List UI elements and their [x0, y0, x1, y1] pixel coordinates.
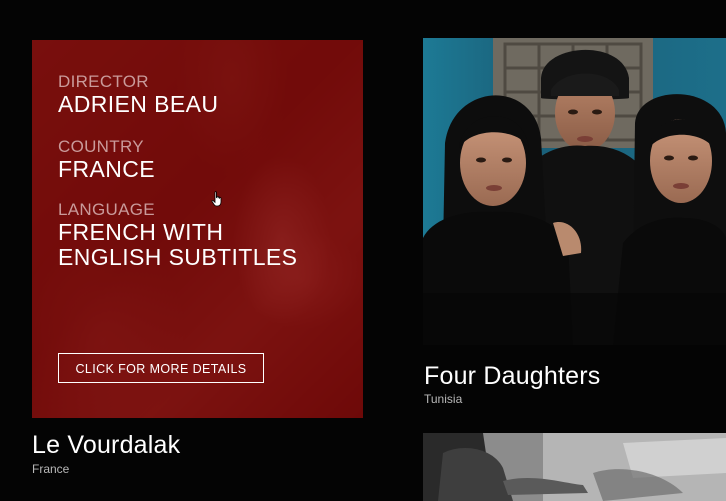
country-block: COUNTRY FRANCE [58, 137, 343, 182]
director-block: DIRECTOR ADRIEN BEAU [58, 72, 343, 117]
country-label: COUNTRY [58, 137, 144, 156]
language-label: LANGUAGE [58, 200, 155, 219]
film-country-four-daughters: Tunisia [424, 392, 463, 406]
film-details: DIRECTOR ADRIEN BEAU COUNTRY FRANCE LANG… [58, 72, 343, 290]
director-label: DIRECTOR [58, 72, 149, 91]
film-title-four-daughters[interactable]: Four Daughters [424, 362, 601, 391]
country-value: FRANCE [58, 156, 155, 182]
hand-pointer-icon [211, 191, 222, 207]
film-grid-page: DIRECTOR ADRIEN BEAU COUNTRY FRANCE LANG… [0, 0, 726, 501]
film-country-le-vourdalak: France [32, 462, 70, 476]
language-value-line2: ENGLISH SUBTITLES [58, 244, 298, 270]
more-details-button[interactable]: CLICK FOR MORE DETAILS [58, 353, 264, 383]
film-card-next[interactable] [423, 433, 726, 501]
film-still-next [423, 433, 726, 501]
film-card-le-vourdalak[interactable]: DIRECTOR ADRIEN BEAU COUNTRY FRANCE LANG… [32, 40, 363, 418]
film-title-le-vourdalak[interactable]: Le Vourdalak [32, 431, 180, 460]
language-block: LANGUAGE FRENCH WITH ENGLISH SUBTITLES [58, 200, 343, 270]
film-card-four-daughters[interactable] [423, 38, 726, 345]
director-value: ADRIEN BEAU [58, 91, 219, 117]
film-still-four-daughters [423, 38, 726, 345]
language-value-line1: FRENCH WITH [58, 219, 224, 245]
